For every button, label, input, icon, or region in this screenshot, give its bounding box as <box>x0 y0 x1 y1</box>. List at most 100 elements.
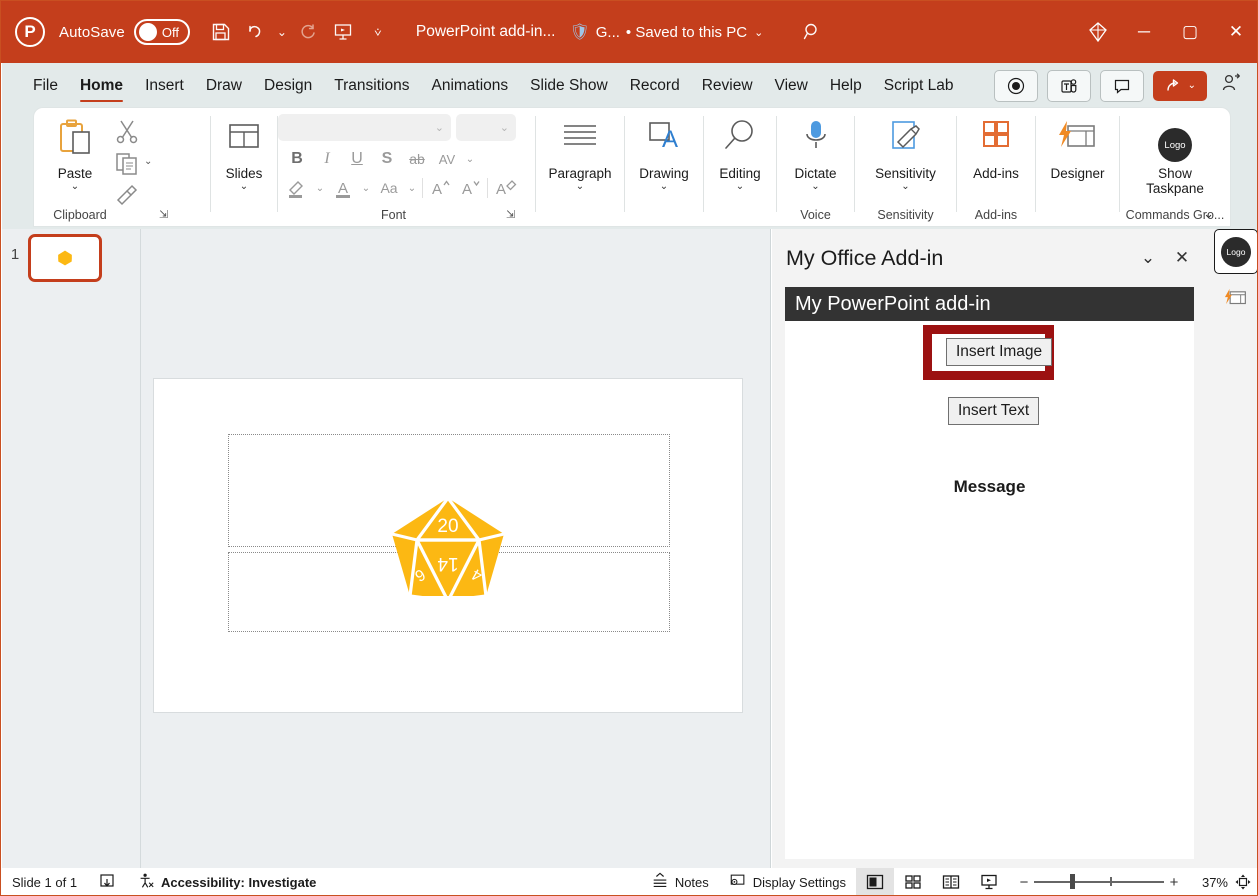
insert-image-button[interactable]: Insert Image <box>946 338 1052 366</box>
decrease-font-size-button[interactable]: A <box>455 174 485 202</box>
slideshow-view-icon[interactable] <box>970 868 1008 896</box>
customize-quick-access-icon[interactable]: ⩒ <box>368 15 388 49</box>
copy-icon[interactable] <box>114 150 140 181</box>
editing-dropdown-icon[interactable]: ⌄ <box>736 181 744 193</box>
minimize-icon[interactable]: ─ <box>1121 1 1167 63</box>
tab-help[interactable]: Help <box>819 63 873 108</box>
zoom-handle[interactable] <box>1070 874 1075 889</box>
undo-dropdown-icon[interactable]: ⌄ <box>272 15 292 49</box>
tab-record[interactable]: Record <box>619 63 691 108</box>
text-highlight-chevron-down-icon[interactable]: ⌄ <box>312 174 328 202</box>
tab-insert[interactable]: Insert <box>134 63 195 108</box>
tab-home[interactable]: Home <box>69 63 134 108</box>
zoom-out-button[interactable]: − <box>1014 874 1034 891</box>
zoom-slider[interactable]: − + <box>1014 874 1184 891</box>
font-color-button[interactable]: A <box>328 174 358 202</box>
change-case-button[interactable]: Aa <box>374 174 404 202</box>
tab-file[interactable]: File <box>22 63 69 108</box>
bold-button[interactable]: B <box>282 145 312 173</box>
dictate-dropdown-icon[interactable]: ⌄ <box>811 181 819 193</box>
tab-script-lab[interactable]: Script Lab <box>873 63 965 108</box>
show-taskpane-button[interactable]: Logo Show Taskpane <box>1120 116 1230 196</box>
slide-surface[interactable]: 20 14 6 4 <box>154 379 742 712</box>
reading-view-icon[interactable] <box>932 868 970 896</box>
font-name-chevron-down-icon[interactable]: ⌄ <box>435 121 444 134</box>
person-add-icon[interactable] <box>1216 72 1246 100</box>
slides-dropdown-icon[interactable]: ⌄ <box>240 181 248 193</box>
sensitivity-dropdown-icon[interactable]: ⌄ <box>901 181 909 193</box>
notes-button[interactable]: Notes <box>641 868 719 896</box>
saved-status-chevron-icon[interactable]: ⌄ <box>754 26 763 39</box>
insert-text-button[interactable]: Insert Text <box>948 397 1039 425</box>
tab-draw[interactable]: Draw <box>195 63 253 108</box>
font-dialog-launcher[interactable]: ⇲ <box>506 208 515 221</box>
change-case-chevron-down-icon[interactable]: ⌄ <box>404 174 420 202</box>
character-spacing-chevron-down-icon[interactable]: ⌄ <box>462 145 478 173</box>
comments-icon[interactable] <box>1100 70 1144 102</box>
clear-formatting-button[interactable]: A <box>490 174 520 202</box>
start-presentation-icon[interactable] <box>326 15 360 49</box>
display-settings-button[interactable]: Display Settings <box>719 868 856 896</box>
text-highlight-icon[interactable] <box>282 174 312 202</box>
record-button-icon[interactable] <box>994 70 1038 102</box>
text-shadow-button[interactable]: S <box>372 145 402 173</box>
tab-transitions[interactable]: Transitions <box>323 63 420 108</box>
undo-icon[interactable] <box>238 15 272 49</box>
slide-thumbnail[interactable] <box>28 234 102 282</box>
strikethrough-button[interactable]: ab <box>402 145 432 173</box>
paragraph-dropdown-icon[interactable]: ⌄ <box>576 181 584 193</box>
font-name-input[interactable]: ⌄ <box>278 114 451 141</box>
share-button[interactable]: ⌄ <box>1153 71 1207 101</box>
paragraph-button[interactable]: Paragraph ⌄ <box>536 116 624 193</box>
zoom-in-button[interactable]: + <box>1164 874 1184 891</box>
collapse-ribbon-chevron-down-icon[interactable]: ⌄ <box>1203 206 1214 222</box>
task-pane-close-icon[interactable]: ✕ <box>1171 247 1193 269</box>
zoom-level-label[interactable]: 37% <box>1190 875 1228 890</box>
dictate-button[interactable]: Dictate ⌄ <box>777 116 854 193</box>
saved-status[interactable]: • Saved to this PC <box>626 24 747 41</box>
designer-button[interactable]: Designer <box>1036 116 1119 181</box>
slides-button[interactable]: Slides ⌄ <box>213 116 275 193</box>
clipboard-dialog-launcher[interactable]: ⇲ <box>159 208 168 221</box>
copilot-diamond-icon[interactable] <box>1075 1 1121 63</box>
character-spacing-button[interactable]: AV <box>432 145 462 173</box>
slide-sorter-icon[interactable] <box>894 868 932 896</box>
accessibility-status[interactable]: Accessibility: Investigate <box>127 868 326 896</box>
rail-designer-button[interactable] <box>1214 277 1258 322</box>
paste-dropdown-icon[interactable]: ⌄ <box>71 181 79 193</box>
tab-animations[interactable]: Animations <box>420 63 519 108</box>
tab-view[interactable]: View <box>764 63 819 108</box>
autosave-toggle[interactable]: Off <box>134 19 190 45</box>
copy-dropdown-icon[interactable]: ⌄ <box>144 156 152 167</box>
add-ins-button[interactable]: Add-ins <box>957 116 1035 181</box>
editing-button[interactable]: Editing ⌄ <box>704 116 776 193</box>
increase-font-size-button[interactable]: A <box>425 174 455 202</box>
search-icon[interactable] <box>795 15 829 49</box>
font-color-chevron-down-icon[interactable]: ⌄ <box>358 174 374 202</box>
document-title[interactable]: PowerPoint add-in... <box>416 23 556 41</box>
close-icon[interactable]: ✕ <box>1213 1 1258 63</box>
tab-slide-show[interactable]: Slide Show <box>519 63 619 108</box>
font-size-input[interactable]: ⌄ <box>456 114 516 141</box>
sensitivity-button[interactable]: Sensitivity ⌄ <box>855 116 956 193</box>
slide-count-label[interactable]: Slide 1 of 1 <box>2 868 87 896</box>
drawing-button[interactable]: A Drawing ⌄ <box>625 116 703 193</box>
drawing-dropdown-icon[interactable]: ⌄ <box>660 181 668 193</box>
italic-button[interactable]: I <box>312 145 342 173</box>
rail-addin-logo-button[interactable]: Logo <box>1214 229 1258 274</box>
fit-to-window-icon[interactable] <box>1228 872 1258 892</box>
slide-notes-icon[interactable] <box>87 868 127 896</box>
task-pane-chevron-down-icon[interactable]: ⌄ <box>1137 247 1159 269</box>
tab-design[interactable]: Design <box>253 63 323 108</box>
slide-thumbnail-item[interactable]: 1 <box>2 234 141 282</box>
paste-button[interactable]: Paste ⌄ <box>44 116 106 193</box>
save-icon[interactable] <box>204 15 238 49</box>
underline-button[interactable]: U <box>342 145 372 173</box>
cut-icon[interactable] <box>114 118 140 149</box>
maximize-icon[interactable]: ▢ <box>1167 1 1213 63</box>
zoom-track[interactable] <box>1034 881 1164 883</box>
tab-review[interactable]: Review <box>691 63 764 108</box>
d20-dice-image[interactable]: 20 14 6 4 <box>387 496 509 611</box>
teams-icon[interactable] <box>1047 70 1091 102</box>
redo-icon[interactable] <box>292 15 326 49</box>
